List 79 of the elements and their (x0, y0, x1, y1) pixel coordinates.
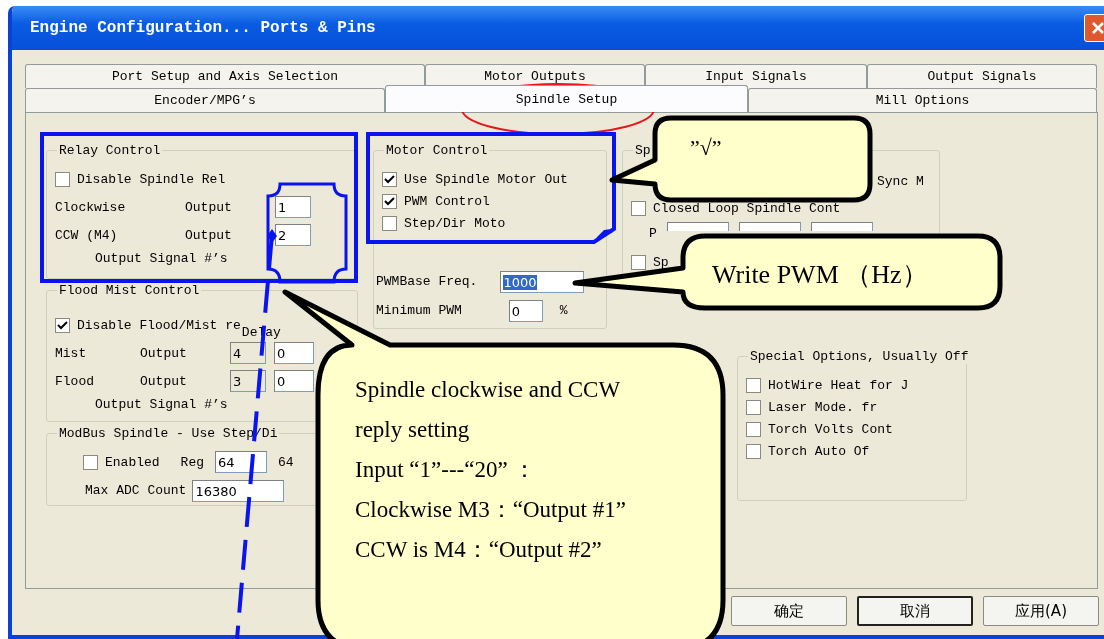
checkbox[interactable] (382, 215, 397, 231)
callout-text: reply setting (355, 416, 471, 444)
close-button[interactable] (1084, 14, 1104, 42)
checkbox[interactable] (746, 421, 761, 437)
callout-text: Write PWM （Hz） (712, 259, 928, 291)
checkbox[interactable] (746, 377, 761, 393)
checkbox-label: Enabled (105, 454, 160, 470)
checkbox[interactable] (382, 193, 397, 209)
checkbox[interactable] (746, 399, 761, 415)
checkbox-label: PWM Control (404, 193, 490, 209)
gain-field[interactable] (666, 222, 729, 231)
output-field[interactable]: 2 (275, 224, 311, 246)
min-pwm-label: Minimum PWM (376, 303, 462, 318)
checkbox[interactable] (55, 172, 70, 187)
field-value: 1000 (503, 274, 537, 290)
window-title: Engine Configuration... Ports & Pins (30, 19, 376, 37)
dialog-button[interactable]: 应用(A) (983, 596, 1099, 626)
checkbox[interactable] (382, 171, 397, 187)
reg-field[interactable]: 64 (215, 451, 267, 473)
group-caption: Output Signal #’s (94, 251, 229, 266)
checkbox-label: HotWire Heat for J (768, 377, 909, 393)
output-name: Mist (55, 345, 88, 361)
output-field[interactable]: 4 (230, 342, 266, 364)
group-title: Sp (634, 143, 652, 158)
checkbox-label: Torch Auto Of (768, 443, 870, 459)
reg-value: 64 (278, 454, 294, 470)
reg-label: Reg (180, 454, 204, 470)
dialog-button[interactable]: 确定 (731, 596, 847, 626)
output-label: Output (140, 373, 188, 389)
callout-text: CCW is M4：“Output #2” (355, 536, 603, 564)
checkbox[interactable] (631, 255, 646, 270)
delay-field[interactable]: 0 (274, 370, 314, 392)
group-title: Relay Control (58, 143, 162, 158)
p-label: P (649, 226, 657, 241)
min-pwm-field[interactable]: 0 (508, 299, 543, 322)
unit-label: % (559, 303, 568, 318)
max-adc-field[interactable]: 16380 (192, 479, 285, 502)
output-label: Output (140, 345, 188, 361)
group-caption: Output Signal #’s (94, 397, 229, 412)
callout-text: Clockwise M3：“Output #1” (355, 496, 626, 524)
tab[interactable]: Spindle Setup (385, 85, 748, 112)
tab[interactable]: Mill Options (748, 88, 1097, 112)
output-label: Output (185, 199, 233, 215)
tab[interactable]: Output Signals (867, 64, 1097, 88)
group-title: Motor Control (385, 143, 489, 158)
checkbox[interactable] (746, 443, 761, 459)
checkbox[interactable] (55, 318, 70, 333)
output-name: Clockwise (55, 199, 127, 215)
tab[interactable]: Encoder/MPG’s (25, 88, 385, 112)
checkbox-label: Use Spindle Motor Out (404, 171, 568, 187)
group-title: Flood Mist Control (58, 283, 201, 298)
callout-text: ”√” (690, 134, 722, 162)
checkbox[interactable] (83, 454, 98, 470)
delay-field[interactable]: 0 (274, 342, 314, 364)
group-title: Special Options, Usually Off (749, 349, 970, 364)
checkbox-label: Laser Mode. fr (768, 399, 878, 415)
close-icon (1090, 20, 1104, 36)
checkbox-label: Sync M (877, 174, 924, 189)
pwm-base-label: PWMBase Freq. (376, 274, 478, 289)
output-name: Flood (55, 373, 95, 389)
checkbox[interactable] (631, 201, 646, 216)
callout-text: Spindle clockwise and CCW (355, 376, 622, 404)
checkbox-label: Disable Flood/Mist re (77, 318, 241, 333)
checkbox-label: Disable Spindle Rel (77, 172, 226, 187)
checkbox-label: Torch Volts Cont (768, 421, 893, 437)
checkbox-label: Step/Dir Moto (404, 215, 506, 231)
gain-field[interactable] (738, 222, 801, 231)
tab[interactable]: Input Signals (645, 64, 867, 88)
gain-field[interactable] (810, 222, 873, 231)
tab[interactable]: Port Setup and Axis Selection (25, 64, 425, 88)
dialog-button[interactable]: 取消 (857, 596, 973, 626)
pwm-base-field[interactable]: 1000 (500, 270, 585, 293)
output-label: Output (185, 227, 233, 243)
output-field[interactable]: 1 (275, 196, 311, 218)
callout-text: Input “1”---“20” ： (355, 456, 538, 484)
checkbox-label: Closed Loop Spindle Cont (653, 201, 841, 216)
output-name: CCW (M4) (55, 227, 119, 243)
checkbox-label: Sp (653, 255, 669, 270)
max-adc-label: Max ADC Count (85, 483, 187, 498)
